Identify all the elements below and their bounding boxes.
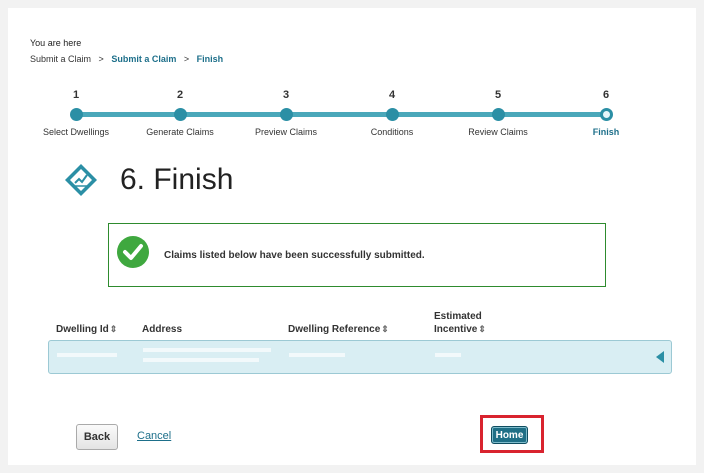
table-row[interactable] xyxy=(48,340,672,374)
step-dot xyxy=(279,108,293,121)
column-header-label: Incentive xyxy=(434,324,478,335)
step-preview-claims: 3 Preview Claims xyxy=(236,88,336,137)
step-review-claims: 5 Review Claims xyxy=(448,88,548,137)
breadcrumb-separator: > xyxy=(98,54,104,64)
you-are-here-label: You are here xyxy=(30,38,82,48)
cell-dwelling-reference-redacted xyxy=(289,351,345,362)
step-number: 5 xyxy=(494,89,502,101)
page-title: 6. Finish xyxy=(120,163,234,196)
step-number: 1 xyxy=(72,89,80,101)
success-message: Claims listed below have been successful… xyxy=(164,250,425,261)
success-message-box: Claims listed below have been successful… xyxy=(108,223,606,287)
step-label: Finish xyxy=(592,127,620,137)
cell-address-redacted xyxy=(143,346,271,371)
progress-steps: 1 Select Dwellings 2 Generate Claims 3 P… xyxy=(30,88,640,148)
expand-row-arrow-icon[interactable] xyxy=(656,351,664,363)
step-number: 6 xyxy=(602,89,610,101)
step-generate-claims: 2 Generate Claims xyxy=(130,88,230,137)
cell-estimated-incentive-redacted xyxy=(435,351,461,362)
back-button[interactable]: Back xyxy=(76,424,118,450)
cancel-link[interactable]: Cancel xyxy=(137,430,171,442)
step-label: Select Dwellings xyxy=(42,127,110,137)
breadcrumb-separator: > xyxy=(183,54,190,64)
step-label: Review Claims xyxy=(468,127,528,137)
claim-diamond-icon xyxy=(64,163,98,197)
step-dot xyxy=(491,108,505,121)
cell-dwelling-id-redacted xyxy=(57,351,117,362)
breadcrumb-item-finish: Finish xyxy=(196,54,224,64)
column-header-address: Address xyxy=(142,324,182,336)
sort-icon[interactable]: ⇕ xyxy=(381,324,389,334)
title-row: 6. Finish xyxy=(64,160,233,200)
step-dot xyxy=(385,108,399,121)
table-header: Dwelling Id⇕ Address Dwelling Reference⇕… xyxy=(48,306,672,336)
step-number: 3 xyxy=(282,89,290,101)
step-number: 4 xyxy=(388,89,396,101)
column-header-label: Dwelling Reference xyxy=(288,324,381,335)
breadcrumb-item-submit-claim[interactable]: Submit a Claim xyxy=(30,54,91,64)
step-conditions: 4 Conditions xyxy=(342,88,442,137)
step-finish: 6 Finish xyxy=(556,88,656,137)
step-label: Generate Claims xyxy=(146,127,214,137)
column-header-label: Estimated xyxy=(434,311,482,322)
step-label: Preview Claims xyxy=(254,127,317,137)
column-header-dwelling-reference[interactable]: Dwelling Reference⇕ xyxy=(288,323,389,336)
column-header-label: Address xyxy=(142,324,183,335)
step-dot xyxy=(173,108,187,121)
home-button[interactable]: Home xyxy=(491,426,528,444)
step-label: Conditions xyxy=(370,127,414,137)
sort-icon[interactable]: ⇕ xyxy=(110,324,118,334)
column-header-estimated-incentive[interactable]: Estimated Incentive⇕ xyxy=(434,311,486,336)
breadcrumb: Submit a Claim > Submit a Claim > Finish xyxy=(30,54,223,64)
step-dot xyxy=(69,108,83,121)
breadcrumb-item-submit-claim-2[interactable]: Submit a Claim xyxy=(111,54,176,64)
sort-icon[interactable]: ⇕ xyxy=(478,324,486,334)
success-check-icon xyxy=(117,236,149,268)
step-dot-current xyxy=(599,108,613,121)
step-select-dwellings: 1 Select Dwellings xyxy=(26,88,126,137)
column-header-label: Dwelling Id xyxy=(56,324,109,335)
page: You are here Submit a Claim > Submit a C… xyxy=(8,8,696,465)
column-header-dwelling-id[interactable]: Dwelling Id⇕ xyxy=(56,323,117,336)
step-number: 2 xyxy=(176,89,184,101)
